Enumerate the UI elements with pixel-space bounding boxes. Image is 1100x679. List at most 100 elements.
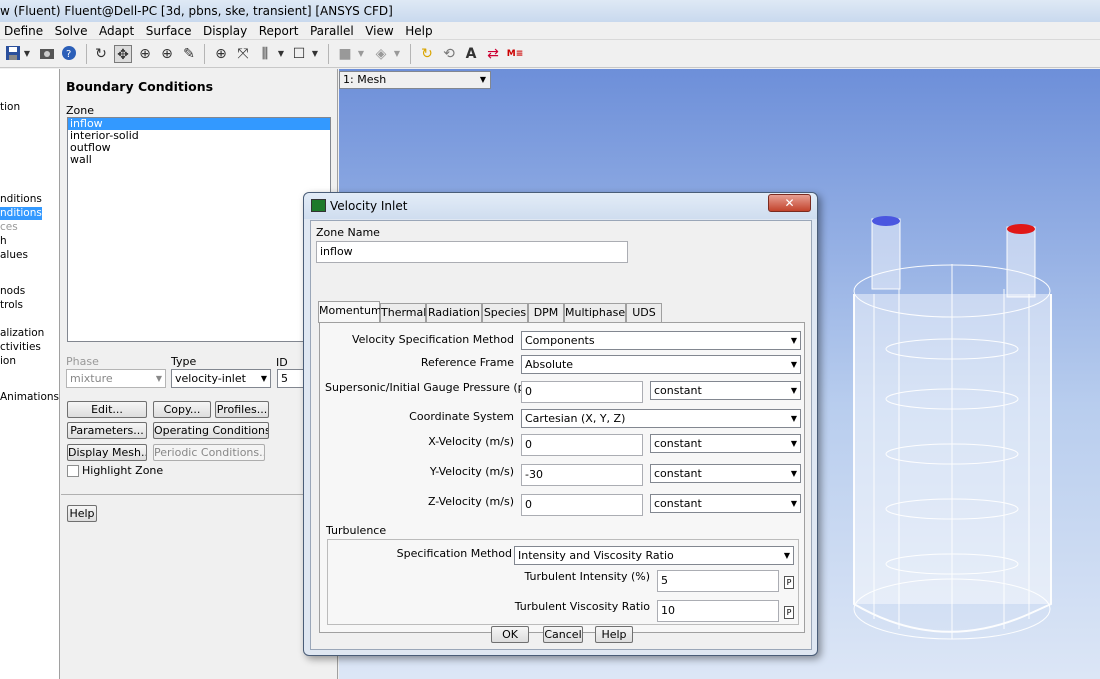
phase-select[interactable]: mixture ▼ xyxy=(66,369,166,388)
box-dropdown-icon[interactable]: ▼ xyxy=(310,45,320,63)
probe-icon[interactable]: ✎ xyxy=(180,45,198,63)
view-icon[interactable]: ⫼ xyxy=(256,45,274,63)
view-dropdown-icon[interactable]: ▼ xyxy=(276,45,286,63)
operating-conditions-button[interactable]: Operating Conditions... xyxy=(153,422,269,439)
close-button[interactable]: ✕ xyxy=(768,194,811,212)
tab-species[interactable]: Species xyxy=(482,303,528,322)
menu-help[interactable]: Help xyxy=(401,22,436,40)
chevron-down-icon: ▼ xyxy=(790,336,797,345)
tab-thermal[interactable]: Thermal xyxy=(380,303,426,322)
reference-frame-select[interactable]: Absolute ▼ xyxy=(521,355,801,374)
menu-solve[interactable]: Solve xyxy=(51,22,92,40)
light-dropdown-icon[interactable]: ▼ xyxy=(392,45,402,63)
turbulence-spec-label: Specification Method xyxy=(396,547,512,560)
zoom-fit-icon[interactable]: ⊕ xyxy=(212,45,230,63)
zone-item-wall[interactable]: wall xyxy=(68,154,330,166)
menu-display[interactable]: Display xyxy=(199,22,251,40)
tree-item-controls[interactable]: trols xyxy=(0,299,23,312)
help-button[interactable]: Help xyxy=(67,505,97,522)
box-icon[interactable]: ☐ xyxy=(290,45,308,63)
render-dropdown-icon[interactable]: ▼ xyxy=(356,45,366,63)
menu-view[interactable]: View xyxy=(361,22,397,40)
refresh-icon[interactable]: ↻ xyxy=(418,45,436,63)
highlight-zone-label: Highlight Zone xyxy=(82,464,164,477)
save-icon[interactable] xyxy=(4,45,22,63)
viscosity-ratio-field[interactable]: 10 xyxy=(657,600,779,622)
zone-item-outflow[interactable]: outflow xyxy=(68,142,330,154)
mesh-icon[interactable]: M≡ xyxy=(506,45,524,63)
rotate-icon[interactable]: ↻ xyxy=(92,45,110,63)
pan-icon[interactable]: ✥ xyxy=(114,45,132,63)
type-select[interactable]: velocity-inlet ▼ xyxy=(171,369,271,388)
z-velocity-field[interactable]: 0 xyxy=(521,494,643,516)
turbulence-spec-select[interactable]: Intensity and Viscosity Ratio ▼ xyxy=(514,546,794,565)
tree-item-solution[interactable]: tion xyxy=(0,101,20,114)
zone-name-field[interactable]: inflow xyxy=(316,241,628,263)
measure-icon[interactable]: ⤧ xyxy=(234,45,252,63)
light-icon[interactable]: ◈ xyxy=(372,45,390,63)
profiles-button[interactable]: Profiles... xyxy=(215,401,269,418)
velocity-spec-value: Components xyxy=(525,334,595,347)
reference-frame-label: Reference Frame xyxy=(420,356,514,369)
zoom-icon[interactable]: ⊕ xyxy=(136,45,154,63)
tree-item-interfaces[interactable]: ces xyxy=(0,221,18,234)
tree-item-calculation-activities[interactable]: ctivities xyxy=(0,341,41,354)
transform-icon[interactable]: ⇄ xyxy=(484,45,502,63)
menu-surface[interactable]: Surface xyxy=(142,22,196,40)
type-value: velocity-inlet xyxy=(175,372,246,385)
tree-item-run-calculation[interactable]: ion xyxy=(0,355,16,368)
coordinate-system-select[interactable]: Cartesian (X, Y, Z) ▼ xyxy=(521,409,801,428)
tab-radiation[interactable]: Radiation xyxy=(426,303,482,322)
highlight-zone-checkbox[interactable] xyxy=(67,465,79,477)
tree-item-boundary-conditions[interactable]: nditions xyxy=(0,207,42,220)
dialog-help-button[interactable]: Help xyxy=(595,626,633,643)
zone-list[interactable]: inflow interior-solid outflow wall xyxy=(67,117,331,342)
chevron-down-icon: ▼ xyxy=(790,439,797,448)
tab-dpm[interactable]: DPM xyxy=(528,303,564,322)
menu-adapt[interactable]: Adapt xyxy=(95,22,138,40)
menu-define[interactable]: Define xyxy=(0,22,47,40)
tree-item-initialization[interactable]: alization xyxy=(0,327,44,340)
z-velocity-mode[interactable]: constant ▼ xyxy=(650,494,801,513)
viscosity-ratio-label: Turbulent Viscosity Ratio xyxy=(514,600,650,613)
y-velocity-mode-value: constant xyxy=(654,467,702,480)
dropdown-icon[interactable]: ▼ xyxy=(22,45,32,63)
edit-button[interactable]: Edit... xyxy=(67,401,147,418)
parameter-icon[interactable]: P xyxy=(784,606,794,619)
tree-item-mesh[interactable]: h xyxy=(0,235,7,248)
y-velocity-field[interactable]: -30 xyxy=(521,464,643,486)
tree-item-animations[interactable]: Animations xyxy=(0,391,59,404)
gauge-pressure-field[interactable]: 0 xyxy=(521,381,643,403)
zoom-box-icon[interactable]: ⊕ xyxy=(158,45,176,63)
x-velocity-field[interactable]: 0 xyxy=(521,434,643,456)
cancel-button[interactable]: Cancel xyxy=(543,626,583,643)
gauge-pressure-mode[interactable]: constant ▼ xyxy=(650,381,801,400)
coordinate-system-value: Cartesian (X, Y, Z) xyxy=(525,412,626,425)
tab-uds[interactable]: UDS xyxy=(626,303,662,322)
ok-button[interactable]: OK xyxy=(491,626,529,643)
y-velocity-mode[interactable]: constant ▼ xyxy=(650,464,801,483)
tree-item-methods[interactable]: nods xyxy=(0,285,25,298)
graphics-window-select[interactable]: 1: Mesh ▼ xyxy=(339,71,491,89)
tree-item-cell-zone-conditions[interactable]: nditions xyxy=(0,193,42,206)
camera-icon[interactable] xyxy=(38,45,56,63)
tab-multiphase[interactable]: Multiphase xyxy=(564,303,626,322)
copy-button[interactable]: Copy... xyxy=(153,401,211,418)
chevron-down-icon: ▼ xyxy=(479,75,486,84)
help-icon[interactable]: ? xyxy=(60,45,78,63)
parameters-button[interactable]: Parameters... xyxy=(67,422,147,439)
display-mesh-button[interactable]: Display Mesh... xyxy=(67,444,147,461)
menu-report[interactable]: Report xyxy=(255,22,303,40)
velocity-spec-select[interactable]: Components ▼ xyxy=(521,331,801,350)
turbulent-intensity-field[interactable]: 5 xyxy=(657,570,779,592)
render-icon[interactable]: ■ xyxy=(336,45,354,63)
parameter-icon[interactable]: P xyxy=(784,576,794,589)
sync-icon[interactable]: ⟲ xyxy=(440,45,458,63)
tab-momentum[interactable]: Momentum xyxy=(318,301,382,323)
annotate-icon[interactable]: A xyxy=(462,45,480,63)
inlet-marker xyxy=(872,216,900,226)
x-velocity-mode[interactable]: constant ▼ xyxy=(650,434,801,453)
menu-parallel[interactable]: Parallel xyxy=(306,22,358,40)
boundary-conditions-panel: Boundary Conditions Zone inflow interior… xyxy=(61,69,338,679)
tree-item-reference-values[interactable]: alues xyxy=(0,249,28,262)
